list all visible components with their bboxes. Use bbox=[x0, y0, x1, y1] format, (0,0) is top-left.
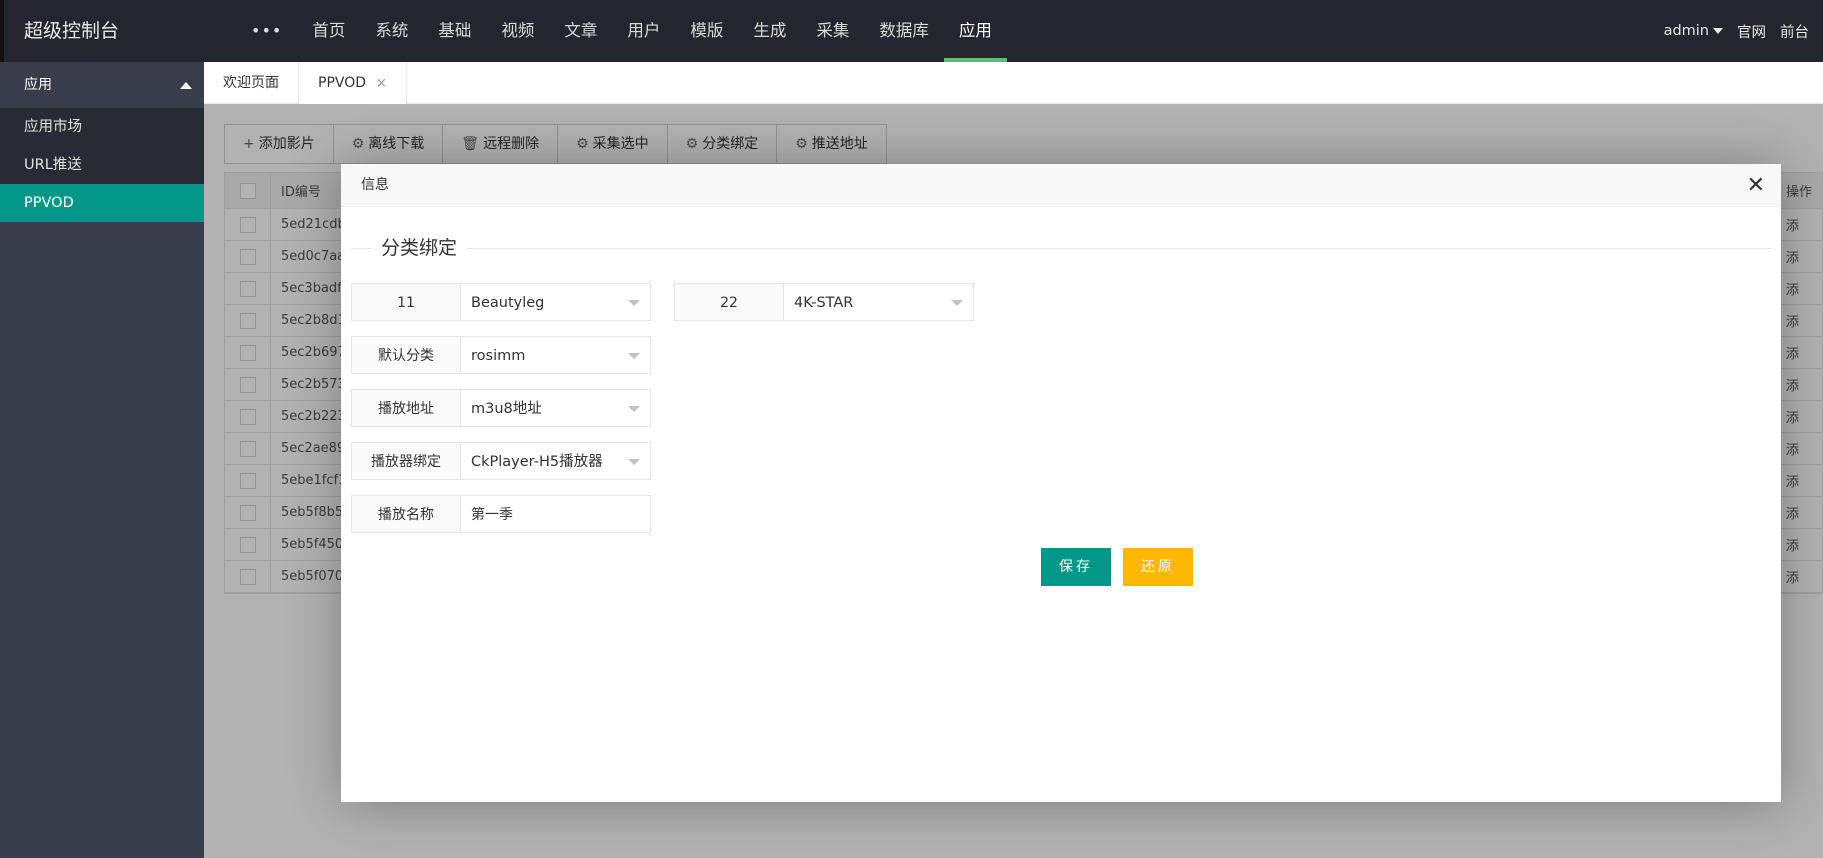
left-edge-strip bbox=[0, 0, 4, 62]
bind-right-select[interactable]: 4K-STAR bbox=[784, 283, 974, 321]
top-right-links: admin 官网 前台 bbox=[1664, 0, 1823, 62]
bind-right-value: 4K-STAR bbox=[794, 295, 854, 311]
sidebar-group-label: 应用 bbox=[24, 77, 52, 93]
nav-basic[interactable]: 基础 bbox=[423, 0, 486, 62]
player-bind-label: 播放器绑定 bbox=[351, 442, 461, 480]
tab-ppvod-label: PPVOD bbox=[318, 75, 367, 91]
default-category-row: 默认分类 rosimm bbox=[351, 336, 651, 374]
player-bind-select[interactable]: CkPlayer-H5播放器 bbox=[461, 442, 651, 480]
sidebar-item-ppvod[interactable]: PPVOD bbox=[0, 184, 204, 222]
fieldset-legend: 分类绑定 bbox=[371, 235, 468, 261]
chevron-down-icon bbox=[628, 406, 640, 412]
nav-home[interactable]: 首页 bbox=[297, 0, 360, 62]
modal-title: 信息 bbox=[361, 177, 389, 193]
bind-row-left: 11 Beautyleg bbox=[351, 283, 651, 321]
default-category-value: rosimm bbox=[471, 348, 526, 364]
bind-left-label: 11 bbox=[351, 283, 461, 321]
play-url-row: 播放地址 m3u8地址 bbox=[351, 389, 651, 427]
tab-welcome[interactable]: 欢迎页面 bbox=[204, 62, 299, 104]
chevron-down-icon bbox=[951, 300, 963, 306]
user-name: admin bbox=[1663, 23, 1709, 39]
tab-close-icon[interactable]: × bbox=[376, 76, 387, 91]
page-tabs: 欢迎页面 PPVOD × bbox=[204, 62, 1823, 104]
play-url-label: 播放地址 bbox=[351, 389, 461, 427]
chevron-down-icon bbox=[628, 300, 640, 306]
play-name-row: 播放名称 第一季 bbox=[351, 495, 651, 533]
player-bind-row: 播放器绑定 CkPlayer-H5播放器 bbox=[351, 442, 651, 480]
nav-database[interactable]: 数据库 bbox=[864, 0, 944, 62]
sidebar-item-url-push[interactable]: URL推送 bbox=[0, 146, 204, 184]
sidebar-item-app-market[interactable]: 应用市场 bbox=[0, 108, 204, 146]
reset-button[interactable]: 还原 bbox=[1123, 548, 1193, 586]
nav-article[interactable]: 文章 bbox=[549, 0, 612, 62]
play-name-input[interactable]: 第一季 bbox=[461, 495, 651, 533]
sidebar: 应用 应用市场 URL推送 PPVOD bbox=[0, 62, 204, 858]
caret-down-icon bbox=[1713, 28, 1723, 34]
top-nav: ••• 首页 系统 基础 视频 文章 用户 模版 生成 采集 数据库 应用 bbox=[236, 0, 1007, 62]
sidebar-group-apps[interactable]: 应用 bbox=[0, 62, 204, 108]
default-category-label: 默认分类 bbox=[351, 336, 461, 374]
more-menu-icon[interactable]: ••• bbox=[236, 0, 297, 62]
chevron-down-icon bbox=[628, 459, 640, 465]
play-url-select[interactable]: m3u8地址 bbox=[461, 389, 651, 427]
official-site-link[interactable]: 官网 bbox=[1737, 21, 1766, 42]
save-button[interactable]: 保存 bbox=[1041, 548, 1111, 586]
close-icon[interactable]: ✕ bbox=[1747, 164, 1765, 207]
tab-ppvod[interactable]: PPVOD × bbox=[299, 62, 407, 104]
info-modal: 信息 ✕ 分类绑定 11 Beautyleg 22 4K-STAR 默认分类 r… bbox=[341, 164, 1781, 802]
category-bind-fieldset: 分类绑定 bbox=[351, 235, 1771, 261]
frontend-link[interactable]: 前台 bbox=[1780, 21, 1809, 42]
sidebar-submenu: 应用市场 URL推送 PPVOD bbox=[0, 108, 204, 222]
bind-right-label: 22 bbox=[674, 283, 784, 321]
bind-left-select[interactable]: Beautyleg bbox=[461, 283, 651, 321]
nav-apps[interactable]: 应用 bbox=[943, 0, 1007, 62]
bind-left-value: Beautyleg bbox=[471, 295, 545, 311]
top-header: 超级控制台 ••• 首页 系统 基础 视频 文章 用户 模版 生成 采集 数据库… bbox=[0, 0, 1823, 62]
nav-collect[interactable]: 采集 bbox=[801, 0, 864, 62]
user-menu[interactable]: admin bbox=[1664, 23, 1723, 39]
player-bind-value: CkPlayer-H5播放器 bbox=[471, 454, 603, 470]
nav-video[interactable]: 视频 bbox=[486, 0, 549, 62]
play-name-label: 播放名称 bbox=[351, 495, 461, 533]
nav-template[interactable]: 模版 bbox=[675, 0, 738, 62]
caret-up-icon bbox=[180, 82, 192, 89]
bind-row-right: 22 4K-STAR bbox=[674, 283, 974, 321]
play-url-value: m3u8地址 bbox=[471, 401, 542, 417]
default-category-select[interactable]: rosimm bbox=[461, 336, 651, 374]
app-logo[interactable]: 超级控制台 bbox=[24, 0, 119, 62]
chevron-down-icon bbox=[628, 353, 640, 359]
nav-system[interactable]: 系统 bbox=[360, 0, 423, 62]
modal-header: 信息 ✕ bbox=[341, 164, 1781, 207]
nav-user[interactable]: 用户 bbox=[612, 0, 675, 62]
nav-generate[interactable]: 生成 bbox=[738, 0, 801, 62]
